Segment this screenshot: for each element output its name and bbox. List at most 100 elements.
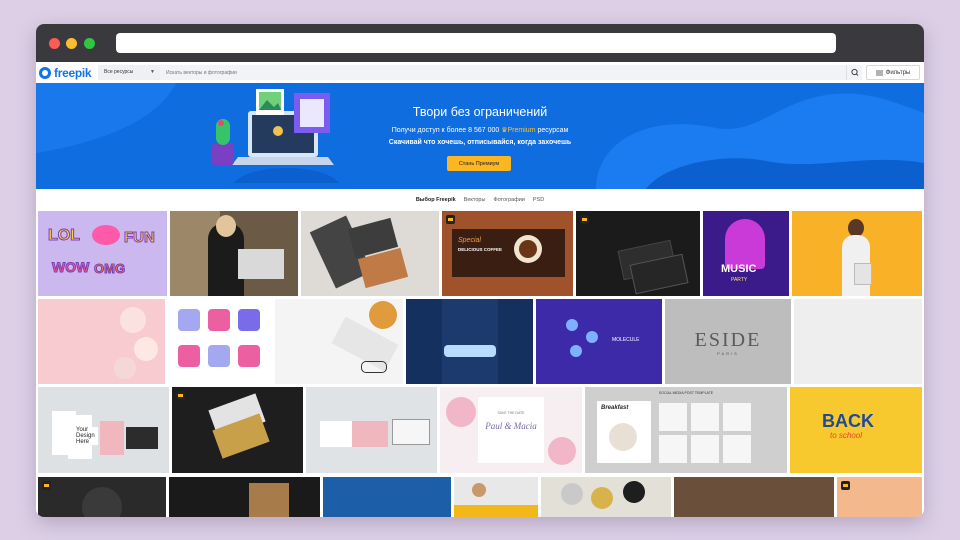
eside-logo-text: ESIDE — [694, 329, 762, 351]
breakfast-thumb-3 — [723, 403, 751, 431]
profile-photo — [472, 483, 486, 497]
wedding-flower-left — [446, 397, 476, 427]
result-tile-woman-shopping[interactable] — [792, 211, 922, 296]
result-tile-back-to-school[interactable]: BACK to school — [790, 387, 922, 473]
breakfast-thumb-5 — [691, 435, 719, 463]
iso-icon-3 — [238, 309, 260, 331]
banner-subtitle-prefix: Получи доступ к более 8 567 000 — [391, 127, 500, 134]
filters-button[interactable]: Фильтры — [866, 65, 920, 80]
tab-psd[interactable]: PSD — [533, 197, 544, 203]
go-premium-button[interactable]: Стань Премиум — [447, 156, 511, 171]
browser-window: freepik Все ресурсы ▼ Фильтры — [36, 24, 924, 517]
sticker-wow: WOW — [51, 259, 90, 276]
close-window-button[interactable] — [49, 38, 60, 49]
plate-shape — [82, 487, 122, 517]
sticker-fun: FUN — [124, 229, 156, 247]
mockup-text: Your Design Here — [76, 427, 98, 445]
iso-icon-2 — [208, 309, 230, 331]
result-tile-profile-card[interactable] — [454, 477, 538, 517]
address-bar[interactable] — [116, 33, 836, 53]
tech-glow — [444, 345, 496, 357]
banner-premium-word: Premium — [507, 127, 536, 134]
result-tile-grey-texture[interactable] — [794, 299, 922, 384]
filters-label: Фильтры — [885, 69, 911, 76]
resource-select-value: Все ресурсы — [104, 69, 134, 75]
result-tile-wedding-invite[interactable]: SAVE THE DATE Paul & Macia — [440, 387, 582, 473]
breakfast-thumb-1 — [659, 403, 687, 431]
result-tile-brown-texture[interactable] — [674, 477, 834, 517]
site-header: freepik Все ресурсы ▼ Фильтры — [36, 62, 924, 84]
coffee-special: Special — [458, 237, 481, 244]
search-input[interactable] — [160, 65, 846, 80]
browser-titlebar — [36, 24, 924, 62]
result-tile-balloons[interactable] — [541, 477, 671, 517]
tech-person — [442, 299, 498, 384]
pink-laptop — [392, 419, 430, 445]
premium-badge-icon — [176, 391, 185, 400]
result-tile-brown-bag[interactable] — [169, 477, 320, 517]
resource-type-select[interactable]: Все ресурсы ▼ — [98, 65, 160, 80]
banner-subtitle-2: Скачивай что хочешь, отписывайся, когда … — [388, 139, 572, 146]
premium-badge-icon — [446, 215, 455, 224]
minimize-window-button[interactable] — [66, 38, 77, 49]
banner-text-block: Твори без ограничений Получи доступ к бо… — [36, 83, 924, 189]
search-button[interactable] — [846, 65, 862, 80]
result-tile-stickers[interactable]: LOL FUN WOW OMG — [38, 211, 167, 296]
flower-3 — [114, 357, 136, 379]
result-tile-woman-laptop[interactable] — [170, 211, 298, 296]
result-tile-tech-hands[interactable] — [406, 299, 533, 384]
bag-shape — [249, 483, 289, 517]
molecule-node-2 — [586, 331, 598, 343]
coffee-surface — [519, 240, 537, 258]
mockup-laptop — [126, 427, 158, 449]
shopper-bag — [854, 263, 872, 285]
image-grid: LOL FUN WOW OMG Special DELICIOUS COFFEE — [36, 211, 924, 517]
school-subtitle: to school — [830, 431, 863, 440]
pink-card-2 — [352, 421, 388, 447]
result-tile-eside-logo[interactable]: ESIDE PARIS — [665, 299, 791, 384]
banner-subtitle-suffix: ресурсам — [537, 127, 569, 134]
premium-banner: Твори без ограничений Получи доступ к бо… — [36, 83, 924, 189]
result-tile-peach[interactable] — [837, 477, 922, 517]
breakfast-title: Breakfast — [601, 405, 629, 411]
tab-freepik-choice[interactable]: Выбор Freepik — [416, 197, 456, 203]
search-icon — [851, 68, 859, 76]
tab-photos[interactable]: Фотографии — [493, 197, 524, 203]
result-tile-blue-paper[interactable] — [323, 477, 451, 517]
result-tile-molecule[interactable]: MOLECULE — [536, 299, 662, 384]
result-tile-workspace[interactable] — [275, 299, 403, 384]
music-title: MUSIC — [721, 263, 757, 275]
result-tile-gold-card[interactable] — [172, 387, 303, 473]
iso-icon-6 — [238, 345, 260, 367]
result-tile-dark-plate[interactable] — [38, 477, 166, 517]
balloon-1 — [561, 483, 583, 505]
workspace-cup — [369, 301, 397, 329]
wedding-heading: SAVE THE DATE — [497, 411, 525, 415]
music-figure — [725, 219, 765, 269]
result-tile-coffee-banner[interactable]: Special DELICIOUS COFFEE — [442, 211, 573, 296]
result-tile-business-cards[interactable] — [301, 211, 439, 296]
molecule-node-1 — [566, 319, 578, 331]
result-tile-breakfast-post[interactable]: SOCIAL MEDIA POST TEMPLATE Breakfast — [585, 387, 787, 473]
maximize-window-button[interactable] — [84, 38, 95, 49]
flower-1 — [120, 307, 146, 333]
premium-badge-icon — [42, 481, 51, 490]
iso-icon-5 — [208, 345, 230, 367]
breakfast-plate — [609, 423, 637, 451]
result-tile-isometric-icons[interactable] — [168, 299, 272, 384]
result-tile-music-party[interactable]: MUSIC PARTY — [703, 211, 789, 296]
freepik-logo[interactable]: freepik — [39, 65, 92, 80]
premium-badge-icon — [841, 481, 850, 490]
breakfast-thumb-2 — [691, 403, 719, 431]
wedding-names: Paul & Macia — [485, 421, 537, 431]
breakfast-thumb-6 — [723, 435, 751, 463]
result-tile-dark-cards[interactable] — [576, 211, 700, 296]
result-tile-pink-flowers[interactable] — [38, 299, 165, 384]
result-tile-card-mockup-pink[interactable] — [306, 387, 437, 473]
sticker-haha — [92, 225, 120, 245]
result-tile-stationery-mockup[interactable]: Your Design Here — [38, 387, 169, 473]
photo-laptop — [238, 249, 284, 279]
tab-vectors[interactable]: Векторы — [464, 197, 486, 203]
molecule-label: MOLECULE — [612, 337, 640, 343]
breakfast-caption: SOCIAL MEDIA POST TEMPLATE — [658, 391, 714, 395]
